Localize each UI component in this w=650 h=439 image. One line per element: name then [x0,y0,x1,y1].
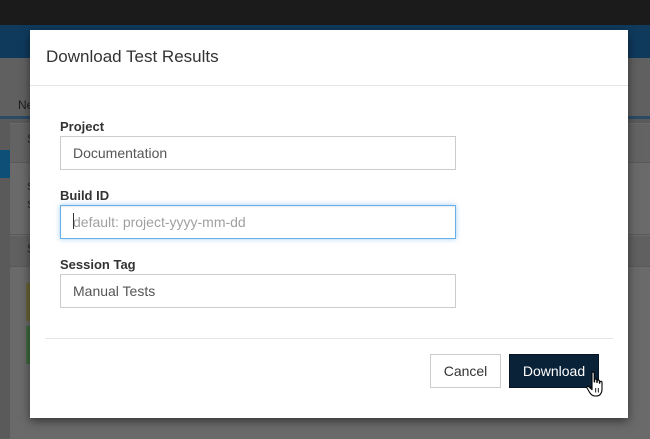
session-tag-input[interactable] [60,274,456,308]
download-results-dialog: Download Test Results Project Build ID S… [30,30,628,418]
project-label: Project [60,119,105,134]
text-caret [73,213,74,229]
dialog-footer-divider [45,338,613,339]
app-selected-accent [0,150,10,178]
app-top-bar [0,0,650,25]
build-id-label: Build ID [60,188,110,203]
cancel-button[interactable]: Cancel [430,354,501,388]
dialog-header: Download Test Results [30,30,628,86]
dialog-title: Download Test Results [46,47,219,66]
build-id-input[interactable] [60,205,456,239]
hand-pointer-cursor-icon [586,371,603,397]
project-input[interactable] [60,136,456,170]
session-tag-label: Session Tag [60,257,136,272]
